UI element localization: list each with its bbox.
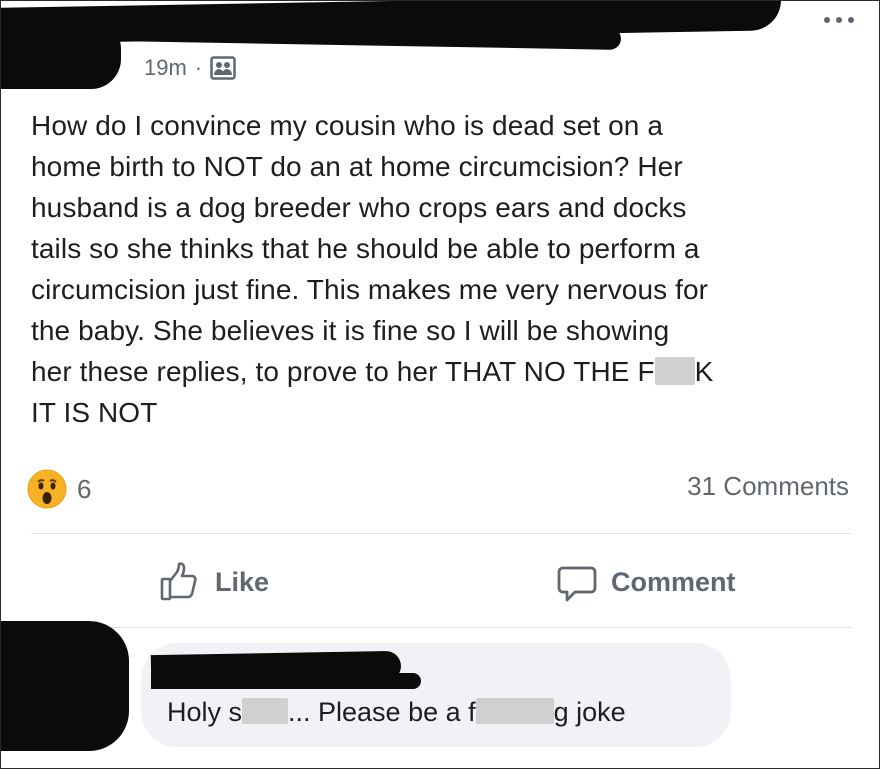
thumbs-up-icon — [159, 560, 203, 604]
censor-blur — [654, 357, 695, 385]
reaction-count: 6 — [77, 473, 92, 504]
comment-icon — [555, 560, 599, 604]
group-icon — [210, 56, 236, 80]
like-button[interactable]: Like — [159, 559, 269, 605]
comment-label: Comment — [611, 566, 736, 597]
post-body: How do I convince my cousin who is dead … — [31, 105, 861, 433]
post-text-part1: How do I convince my cousin who is dead … — [31, 110, 709, 387]
comment-text-part2: ... Please be a f — [288, 697, 476, 727]
meta-separator: · — [194, 55, 203, 80]
redacted-avatar — [1, 621, 129, 751]
facebook-post-screenshot: 19m · How do I convince my cousin who is… — [0, 0, 880, 769]
divider — [31, 533, 851, 534]
more-dot — [848, 17, 854, 23]
divider — [31, 627, 851, 628]
comment-text-part1: Holy s — [167, 697, 243, 727]
censor-blur — [475, 698, 554, 724]
redacted-commenter-name — [151, 673, 421, 689]
more-dot — [836, 17, 842, 23]
wow-reaction-icon — [27, 469, 67, 509]
more-dot — [824, 17, 830, 23]
censor-blur — [242, 698, 289, 724]
more-options-button[interactable] — [819, 9, 859, 31]
like-label: Like — [215, 566, 270, 597]
post-timestamp[interactable]: 19m — [144, 55, 187, 81]
comment-text-part3: g joke — [553, 697, 626, 727]
comments-count-link[interactable]: 31 Comments — [687, 471, 849, 502]
reaction-summary[interactable]: 6 — [27, 469, 91, 509]
comment-text: Holy s ... Please be a f g joke — [167, 697, 626, 728]
comment-button[interactable]: Comment — [555, 559, 736, 605]
post-meta: 19m · — [144, 53, 236, 83]
